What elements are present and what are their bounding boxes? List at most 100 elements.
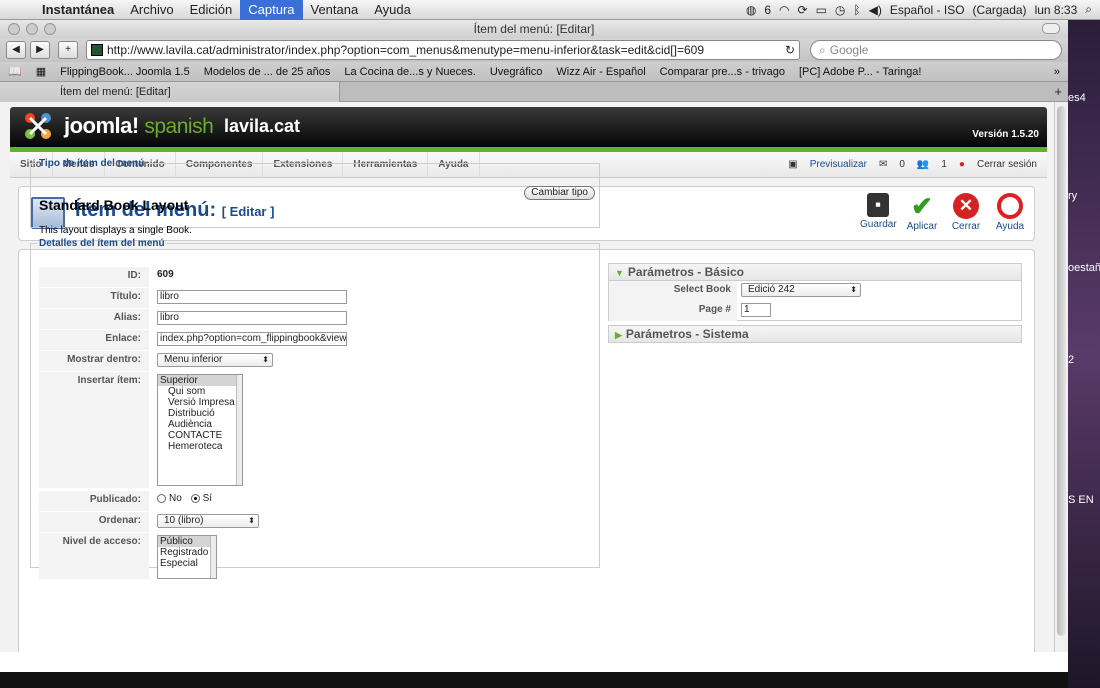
- bookmark-item[interactable]: [PC] Adobe P... - Taringa!: [799, 66, 922, 78]
- preview-link[interactable]: Previsualizar: [810, 159, 867, 170]
- back-button[interactable]: ◀: [6, 41, 26, 59]
- change-type-button[interactable]: Cambiar tipo: [524, 186, 595, 200]
- tab-active[interactable]: Ítem del menú: [Editar]: [0, 82, 340, 102]
- access-listbox[interactable]: Público Registrado Especial: [157, 535, 217, 579]
- page-scrollbar[interactable]: [1054, 102, 1068, 652]
- more-bookmarks-icon[interactable]: »: [1054, 66, 1060, 78]
- favicon-icon: [91, 44, 103, 56]
- admin-status: ▣ Previsualizar ✉ 0 👥 1 ● Cerrar sesión: [788, 159, 1047, 170]
- order-select[interactable]: 10 (libro) ⬍: [157, 514, 259, 528]
- volume-icon[interactable]: ◀): [869, 3, 882, 17]
- order-value: 10 (libro): [164, 515, 204, 526]
- joomla-brand: joomla! spanish: [64, 113, 214, 139]
- bookmark-item[interactable]: La Cocina de...s y Nueces.: [344, 66, 475, 78]
- menu-app-name[interactable]: Instantánea: [34, 0, 122, 20]
- list-item[interactable]: Qui som: [158, 386, 242, 397]
- bookmark-item[interactable]: Modelos de ... de 25 años: [204, 66, 331, 78]
- list-item[interactable]: Registrado: [158, 547, 216, 558]
- save-button[interactable]: ▪ Guardar: [860, 193, 897, 232]
- clock[interactable]: lun 8:33: [1035, 3, 1078, 17]
- params-system-title: Parámetros - Sistema: [625, 327, 749, 341]
- bookmark-item[interactable]: FlippingBook... Joomla 1.5: [60, 66, 190, 78]
- close-window-button[interactable]: [8, 23, 20, 35]
- published-no-radio[interactable]: [157, 493, 166, 503]
- menu-ayuda[interactable]: Ayuda: [366, 0, 419, 20]
- desktop-label: oestañ: [1068, 262, 1100, 274]
- book-select[interactable]: Edició 242 ⬍: [741, 283, 861, 297]
- link-input[interactable]: index.php?option=com_flippingbook&view=: [157, 332, 347, 346]
- select-arrow-icon: ⬍: [850, 285, 857, 294]
- users-count[interactable]: 1: [941, 159, 947, 170]
- globe-icon[interactable]: ◍: [746, 3, 756, 17]
- show-in-select[interactable]: Menu inferior ⬍: [157, 353, 273, 367]
- toolbar-toggle-button[interactable]: [1042, 23, 1060, 34]
- add-tab-icon[interactable]: +: [1054, 84, 1062, 99]
- address-bar[interactable]: http://www.lavila.cat/administrator/inde…: [86, 40, 800, 60]
- order-label: Ordenar:: [39, 512, 149, 532]
- list-item[interactable]: Superior: [158, 375, 242, 386]
- page-input[interactable]: 1: [741, 303, 771, 317]
- alias-row: Alias: libro: [39, 309, 593, 329]
- url-text[interactable]: http://www.lavila.cat/administrator/inde…: [107, 43, 781, 57]
- reading-list-icon[interactable]: 📖: [8, 65, 22, 78]
- menu-archivo[interactable]: Archivo: [122, 0, 181, 20]
- minimize-window-button[interactable]: [26, 23, 38, 35]
- list-item[interactable]: Público: [158, 536, 216, 547]
- type-heading: Standard Book Layout: [39, 197, 189, 213]
- list-item[interactable]: Hemeroteca: [158, 441, 242, 452]
- bookmark-item[interactable]: Uvegráfico: [490, 66, 543, 78]
- sync-icon[interactable]: ⟳: [798, 3, 808, 17]
- scrollbar-thumb[interactable]: [1057, 106, 1066, 636]
- version-label: Versión 1.5.20: [972, 129, 1039, 140]
- list-item[interactable]: Distribució: [158, 408, 242, 419]
- zoom-window-button[interactable]: [44, 23, 56, 35]
- params-system-header[interactable]: ▶ Parámetros - Sistema: [608, 325, 1022, 343]
- listbox-scrollbar[interactable]: [236, 375, 242, 485]
- lifebuoy-icon: [997, 193, 1023, 219]
- help-button[interactable]: Ayuda: [992, 193, 1028, 232]
- display-icon[interactable]: ▭: [816, 3, 827, 17]
- alias-input[interactable]: libro: [157, 311, 347, 325]
- battery-status[interactable]: (Cargada): [973, 3, 1027, 17]
- logout-link[interactable]: Cerrar sesión: [977, 159, 1037, 170]
- menu-captura[interactable]: Captura: [240, 0, 303, 20]
- desktop-label: S EN: [1068, 494, 1094, 506]
- published-yes-radio[interactable]: [190, 493, 200, 503]
- order-row: Ordenar: 10 (libro) ⬍: [39, 512, 593, 532]
- list-item[interactable]: Audiència: [158, 419, 242, 430]
- list-item[interactable]: Especial: [158, 558, 216, 569]
- listbox-scrollbar[interactable]: [210, 536, 216, 578]
- book-label: Select Book: [609, 281, 737, 301]
- title-label: Título:: [39, 288, 149, 308]
- top-sites-icon[interactable]: ▦: [36, 65, 46, 78]
- desktop-label: 2: [1068, 354, 1075, 366]
- joomla-header: joomla! spanish lavila.cat Versión 1.5.2…: [10, 107, 1047, 147]
- bookmarks-bar: 📖 ▦ FlippingBook... Joomla 1.5 Modelos d…: [0, 62, 1068, 82]
- search-field[interactable]: ⌕ Google: [810, 40, 1062, 60]
- time-machine-icon[interactable]: ◷: [835, 3, 845, 17]
- messages-count[interactable]: 0: [899, 159, 905, 170]
- adobe-count[interactable]: 6: [764, 3, 771, 17]
- dock-strip: [0, 672, 1068, 688]
- bookmark-item[interactable]: Comparar pre...s - trivago: [660, 66, 785, 78]
- new-tab-button[interactable]: +: [58, 41, 78, 59]
- params-basic-header[interactable]: ▼ Parámetros - Básico: [608, 263, 1022, 281]
- insert-listbox[interactable]: Superior Qui som Versió Impresa Distribu…: [157, 374, 243, 486]
- spotlight-icon[interactable]: ⌕: [1085, 2, 1092, 17]
- close-button[interactable]: ✕ Cerrar: [948, 193, 984, 232]
- list-item[interactable]: Versió Impresa: [158, 397, 242, 408]
- reload-icon[interactable]: ↻: [785, 43, 795, 57]
- menu-edicion[interactable]: Edición: [182, 0, 241, 20]
- bookmark-item[interactable]: Wizz Air - Español: [556, 66, 645, 78]
- book-row: Select Book Edició 242 ⬍: [609, 281, 1021, 301]
- menu-ventana[interactable]: Ventana: [303, 0, 367, 20]
- forward-button[interactable]: ▶: [30, 41, 50, 59]
- bluetooth-icon[interactable]: ᛒ: [853, 3, 860, 17]
- input-source[interactable]: Español - ISO: [890, 3, 965, 17]
- wifi-icon[interactable]: ◠: [779, 3, 789, 17]
- title-input[interactable]: libro: [157, 290, 347, 304]
- desktop-label: es4: [1068, 92, 1086, 104]
- list-item[interactable]: CONTACTE: [158, 430, 242, 441]
- apply-button[interactable]: ✔ Aplicar: [904, 191, 940, 233]
- close-label: Cerrar: [951, 221, 981, 232]
